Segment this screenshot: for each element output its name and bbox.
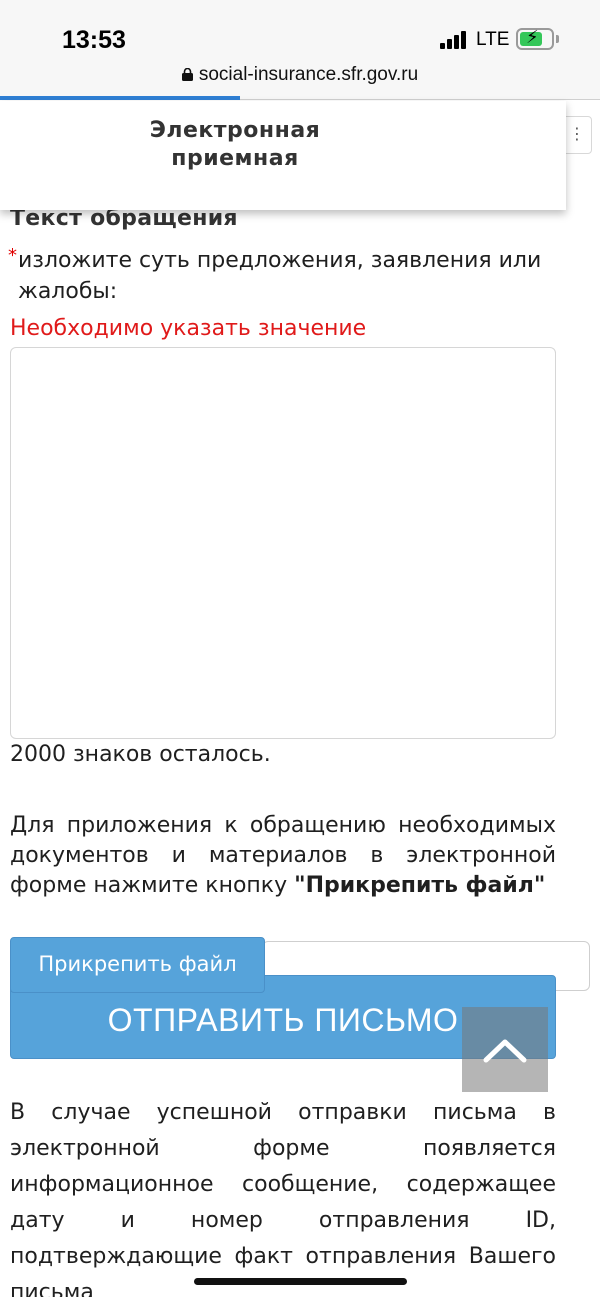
message-textarea[interactable] xyxy=(10,347,556,739)
more-icon: ⋮ xyxy=(569,124,585,143)
message-field-label: изложите суть предложения, заявления или… xyxy=(18,248,542,304)
attach-instructions-bold: "Прикрепить файл" xyxy=(294,873,546,898)
address-bar[interactable]: social-insurance.sfr.gov.ru xyxy=(0,64,600,86)
result-info: В случае успешной отправки письма в элек… xyxy=(10,1100,556,1297)
validation-error: Необходимо указать значение xyxy=(10,316,367,341)
site-header: Электронная приемная xyxy=(0,101,566,210)
attach-instructions: Для приложения к обращению необходимых д… xyxy=(10,811,556,901)
chevron-up-icon xyxy=(483,1039,527,1063)
status-bar: 13:53 LTE ⚡ social-insurance.sfr.gov.ru xyxy=(0,0,600,100)
home-indicator xyxy=(194,1278,407,1285)
url-text: social-insurance.sfr.gov.ru xyxy=(198,64,419,85)
page-load-progress xyxy=(0,96,240,100)
cellular-signal-icon xyxy=(440,31,468,49)
clock: 13:53 xyxy=(62,26,126,54)
network-type: LTE xyxy=(476,29,510,50)
chars-remaining: 2000 знаков осталось. xyxy=(10,742,271,767)
battery-cap xyxy=(556,35,559,43)
more-menu-button[interactable]: ⋮ xyxy=(562,116,592,154)
scroll-to-top-button[interactable] xyxy=(462,1007,548,1092)
site-title: Электронная приемная xyxy=(149,118,321,171)
lock-icon xyxy=(181,68,193,81)
charging-icon: ⚡ xyxy=(526,27,539,48)
required-marker: * xyxy=(8,245,17,266)
attach-file-button[interactable]: Прикрепить файл xyxy=(10,937,265,993)
